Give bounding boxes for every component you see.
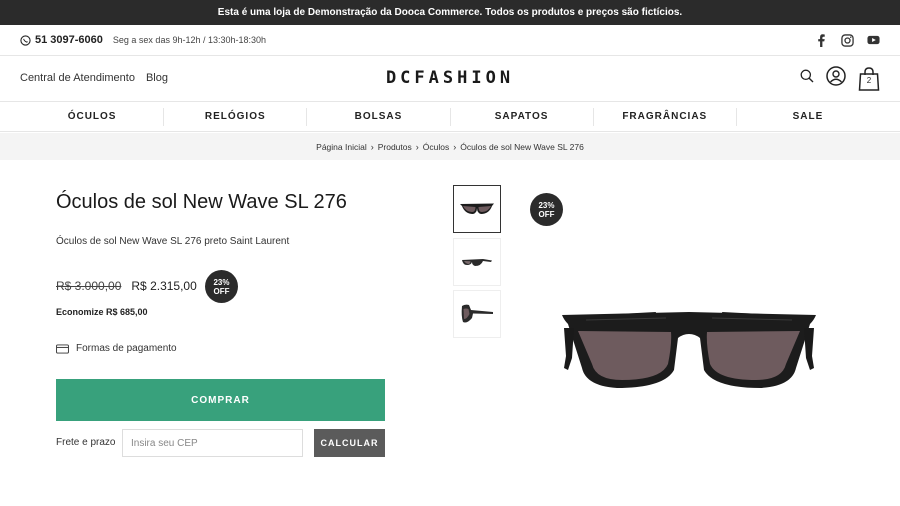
product-thumbnail-2[interactable] [453,238,501,286]
discount-percent: 23% [213,277,230,287]
sunglasses-side-thumb [461,304,493,323]
buy-button[interactable]: COMPRAR [56,379,385,421]
sunglasses-arm-left [564,328,574,370]
account-icon[interactable] [826,66,846,91]
sunglasses-front-thumb [460,203,494,214]
shipping-label: Frete e prazo [56,437,116,448]
whatsapp-icon [20,34,31,46]
site-logo[interactable]: DCFASHION [0,68,900,88]
youtube-icon[interactable] [866,33,880,47]
instagram-icon[interactable] [840,33,854,47]
announcement-text: Esta é uma loja de Demonstração da Dooca… [217,7,683,18]
payment-methods-link[interactable]: Formas de pagamento [56,343,177,354]
breadcrumb: Página Inicial › Produtos › Óculos › Ócu… [0,133,900,160]
current-price: R$ 2.315,00 [131,279,197,293]
header-actions: 2 [800,66,880,91]
facebook-icon[interactable] [814,33,828,47]
payment-methods-label: Formas de pagamento [76,343,177,354]
image-discount-percent: 23% [538,200,555,210]
opening-hours: Seg a sex das 9h-12h / 13:30h-18:30h [112,35,267,45]
cart-count: 2 [866,75,872,85]
announcement-bar: Esta é uma loja de Demonstração da Dooca… [0,0,900,25]
chevron-right-icon: › [370,141,374,152]
cart-button[interactable]: 2 [858,66,880,91]
old-price: R$ 3.000,00 [56,279,122,293]
product-thumbnail-1[interactable] [453,185,501,233]
site-header: Central de Atendimento Blog DCFASHION 2 [0,56,900,102]
credit-card-icon [56,343,69,354]
price-block: R$ 3.000,00 R$ 2.315,00 [56,279,197,293]
discount-badge: 23% OFF [205,270,238,303]
nav-item-relogios[interactable]: RELÓGIOS [164,108,308,126]
sunglasses-arm-right [804,328,814,370]
social-links [814,33,880,47]
product-main-image[interactable] [556,298,822,398]
breadcrumb-current: Óculos de sol New Wave SL 276 [460,141,584,152]
image-discount-badge: 23% OFF [530,193,563,226]
breadcrumb-products[interactable]: Produtos [378,142,412,152]
nav-item-fragrancias[interactable]: FRAGRÂNCIAS [594,108,737,126]
savings-text: Economize R$ 685,00 [56,307,148,317]
breadcrumb-home[interactable]: Página Inicial [316,142,367,152]
discount-off-label: OFF [213,286,230,296]
nav-item-oculos[interactable]: ÓCULOS [21,108,165,126]
sunglasses-angle-thumb [462,259,492,266]
nav-item-sale[interactable]: SALE [737,108,879,126]
chevron-right-icon: › [415,141,419,152]
cep-input[interactable] [122,429,303,457]
main-navigation: ÓCULOS RELÓGIOS BOLSAS SAPATOS FRAGRÂNCI… [0,103,900,132]
image-discount-off-label: OFF [538,209,555,219]
nav-item-bolsas[interactable]: BOLSAS [307,108,451,126]
search-icon[interactable] [800,69,814,88]
product-subtitle: Óculos de sol New Wave SL 276 preto Sain… [56,236,290,247]
product-title: Óculos de sol New Wave SL 276 [56,191,347,213]
product-thumbnail-3[interactable] [453,290,501,338]
phone-number: 51 3097-6060 [35,34,103,46]
chevron-right-icon: › [453,141,457,152]
breadcrumb-category[interactable]: Óculos [423,142,449,152]
contact-bar: 51 3097-6060 Seg a sex das 9h-12h / 13:3… [0,25,900,56]
nav-item-sapatos[interactable]: SAPATOS [451,108,594,126]
calculate-shipping-button[interactable]: CALCULAR [314,429,385,457]
phone-link[interactable]: 51 3097-6060 [20,34,103,46]
